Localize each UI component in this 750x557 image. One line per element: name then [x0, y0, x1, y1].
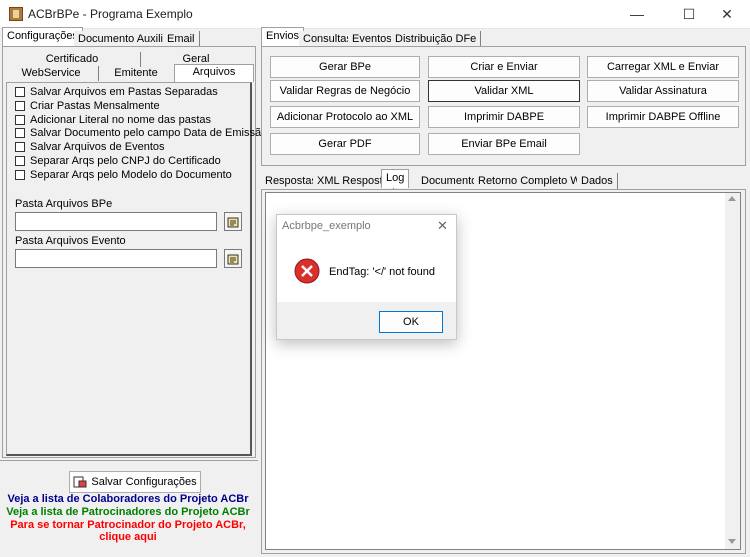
validar-assinatura-button[interactable]: Validar Assinatura: [587, 80, 739, 102]
browse-bpe-button[interactable]: [224, 212, 242, 231]
carregar-xml-enviar-button[interactable]: Carregar XML e Enviar: [587, 56, 739, 78]
checkbox-row[interactable]: Salvar Documento pelo campo Data de Emis…: [15, 126, 267, 140]
checkbox[interactable]: [15, 156, 25, 166]
error-icon: [294, 258, 320, 284]
checkbox[interactable]: [15, 142, 25, 152]
checkbox[interactable]: [15, 101, 25, 111]
tab-email[interactable]: Email: [163, 31, 200, 47]
checkbox-label: Salvar Documento pelo campo Data de Emis…: [30, 127, 268, 139]
tab-distribuicao-dfe[interactable]: Distribuição DFe: [391, 31, 482, 47]
checkbox-row[interactable]: Separar Arqs pelo Modelo do Documento: [15, 168, 232, 182]
tab-documento[interactable]: Documento: [417, 173, 483, 189]
config-subtabs: Certificado Geral WebService Emitente Ar…: [4, 50, 254, 82]
app-icon: [9, 7, 23, 21]
adicionar-protocolo-button[interactable]: Adicionar Protocolo ao XML: [270, 106, 420, 128]
right-tabbar: Envios Consultas Eventos Distribuição DF…: [261, 27, 746, 47]
dialog-ok-button[interactable]: OK: [379, 311, 443, 333]
tab-retorno-completo-ws[interactable]: Retorno Completo WS: [474, 173, 594, 189]
checkbox-label: Separar Arqs pelo Modelo do Documento: [30, 169, 232, 181]
folder-icon: [227, 254, 239, 264]
checkbox-row[interactable]: Criar Pastas Mensalmente: [15, 99, 160, 113]
log-tabbar: Respostas XML Resposta Log Documento Ret…: [261, 169, 746, 189]
checkbox-label: Criar Pastas Mensalmente: [30, 100, 160, 112]
tab-log[interactable]: Log: [381, 169, 410, 188]
validar-regras-button[interactable]: Validar Regras de Negócio: [270, 80, 420, 102]
log-scrollbar[interactable]: [725, 193, 740, 549]
criar-enviar-button[interactable]: Criar e Enviar: [428, 56, 580, 78]
enviar-bpe-email-button[interactable]: Enviar BPe Email: [428, 133, 580, 155]
pasta-evento-label: Pasta Arquivos Evento: [15, 235, 126, 247]
gerar-bpe-button[interactable]: Gerar BPe: [270, 56, 420, 78]
checkbox-label: Separar Arqs pelo CNPJ do Certificado: [30, 155, 221, 167]
pasta-bpe-label: Pasta Arquivos BPe: [15, 198, 113, 210]
imprimir-dabpe-button[interactable]: Imprimir DABPE: [428, 106, 580, 128]
checkbox-row[interactable]: Salvar Arquivos em Pastas Separadas: [15, 85, 218, 99]
tab-certificado[interactable]: Certificado: [4, 52, 141, 67]
checkbox-label: Salvar Arquivos de Eventos: [30, 141, 165, 153]
tab-envios[interactable]: Envios: [261, 27, 305, 46]
checkbox-label: Adicionar Literal no nome das pastas: [30, 114, 211, 126]
checkbox-row[interactable]: Salvar Arquivos de Eventos: [15, 140, 165, 154]
scroll-down-icon[interactable]: [728, 539, 736, 544]
checkbox-row[interactable]: Separar Arqs pelo CNPJ do Certificado: [15, 154, 221, 168]
tab-eventos[interactable]: Eventos: [348, 31, 397, 47]
scroll-up-icon[interactable]: [728, 196, 736, 201]
folder-icon: [227, 217, 239, 227]
left-tabbar: Configurações Documento Auxiliar Email: [0, 27, 258, 47]
gerar-pdf-button[interactable]: Gerar PDF: [270, 133, 420, 155]
minimize-button[interactable]: —: [614, 0, 660, 28]
link-clique-aqui[interactable]: clique aqui: [0, 531, 256, 543]
checkbox[interactable]: [15, 128, 25, 138]
dialog-message: EndTag: '</' not found: [329, 266, 436, 278]
close-button[interactable]: ✕: [704, 0, 750, 28]
pasta-evento-input[interactable]: [15, 249, 217, 268]
window-title: ACBrBPe - Programa Exemplo: [28, 7, 193, 21]
dialog-title: Acbrbpe_exemplo: [282, 220, 371, 232]
tab-webservice[interactable]: WebService: [4, 66, 99, 81]
save-config-button[interactable]: Salvar Configurações: [69, 471, 201, 493]
link-colaboradores[interactable]: Veja a lista de Colaboradores do Projeto…: [0, 493, 256, 505]
tab-configuracoes[interactable]: Configurações: [2, 27, 83, 46]
pasta-bpe-input[interactable]: [15, 212, 217, 231]
error-dialog: Acbrbpe_exemplo ✕ EndTag: '</' not found…: [276, 214, 457, 340]
tab-arquivos[interactable]: Arquivos: [174, 64, 254, 82]
checkbox-label: Salvar Arquivos em Pastas Separadas: [30, 86, 218, 98]
browse-evento-button[interactable]: [224, 249, 242, 268]
link-tornar-patrocinador[interactable]: Para se tornar Patrocinador do Projeto A…: [0, 519, 256, 531]
checkbox[interactable]: [15, 115, 25, 125]
checkbox-row[interactable]: Adicionar Literal no nome das pastas: [15, 113, 211, 127]
imprimir-dabpe-offline-button[interactable]: Imprimir DABPE Offline: [587, 106, 739, 128]
tab-emitente[interactable]: Emitente: [98, 66, 175, 81]
tab-dados[interactable]: Dados: [577, 173, 618, 189]
checkbox[interactable]: [15, 87, 25, 97]
link-patrocinadores[interactable]: Veja a lista de Patrocinadores do Projet…: [0, 506, 256, 518]
checkbox[interactable]: [15, 170, 25, 180]
save-config-label: Salvar Configurações: [91, 476, 197, 488]
save-icon: [73, 476, 87, 488]
dialog-close-button[interactable]: ✕: [437, 218, 448, 234]
validar-xml-button[interactable]: Validar XML: [428, 80, 580, 102]
